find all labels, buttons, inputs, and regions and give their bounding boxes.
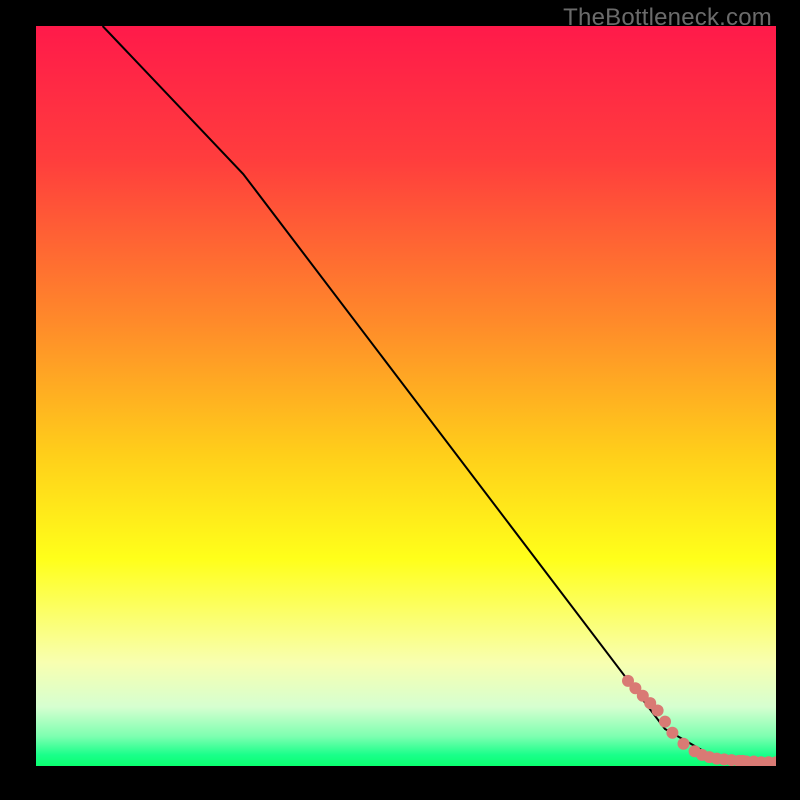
chart-container: TheBottleneck.com (0, 0, 800, 800)
chart-svg (36, 26, 776, 766)
data-point (678, 738, 690, 750)
data-point (666, 727, 678, 739)
watermark-text: TheBottleneck.com (563, 4, 772, 32)
background-gradient (36, 26, 776, 766)
data-point (659, 716, 671, 728)
plot-area (36, 26, 776, 766)
data-point (652, 705, 664, 717)
